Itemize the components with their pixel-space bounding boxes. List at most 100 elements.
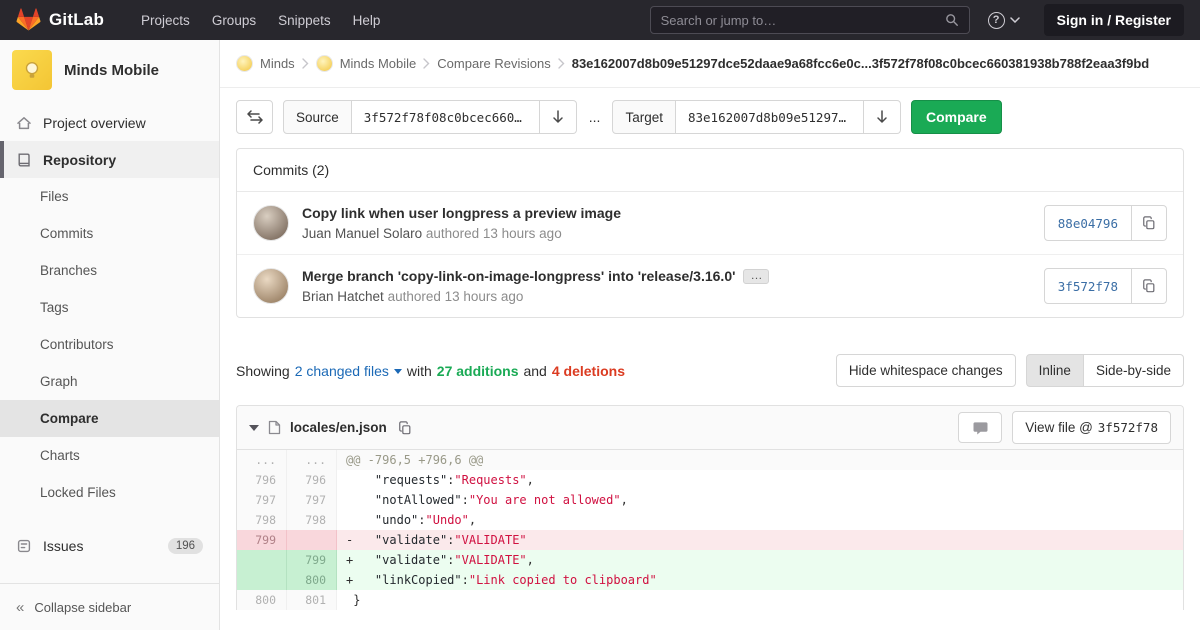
main-nav: Projects Groups Snippets Help xyxy=(130,3,391,38)
breadcrumb-group[interactable]: Minds xyxy=(260,56,295,71)
old-line-number[interactable] xyxy=(237,550,287,570)
issues-icon xyxy=(16,538,32,554)
copy-sha-button[interactable] xyxy=(1132,205,1167,241)
token-key: "undo" xyxy=(374,513,419,527)
sidebar-item-files[interactable]: Files xyxy=(0,178,219,215)
commit-title-link[interactable]: Merge branch 'copy-link-on-image-longpre… xyxy=(302,268,735,284)
chevron-right-icon xyxy=(558,58,565,69)
deletions-count: 4 deletions xyxy=(551,362,625,379)
nav-snippets[interactable]: Snippets xyxy=(267,3,342,38)
sidebar-item-charts[interactable]: Charts xyxy=(0,437,219,474)
chevron-right-icon xyxy=(423,58,430,69)
token-sep: : xyxy=(461,493,469,507)
sidebar-item-compare[interactable]: Compare xyxy=(0,400,219,437)
sidebar-item-branches[interactable]: Branches xyxy=(0,252,219,289)
new-line-number[interactable]: ... xyxy=(287,450,337,470)
diff-code: - "validate":"VALIDATE" xyxy=(337,530,1183,550)
project-header[interactable]: Minds Mobile xyxy=(0,40,219,100)
commit-sha-link[interactable]: 88e04796 xyxy=(1043,205,1132,241)
collapse-diff-caret-icon[interactable] xyxy=(249,424,259,431)
old-line-number[interactable]: 796 xyxy=(237,470,287,490)
hide-whitespace-button[interactable]: Hide whitespace changes xyxy=(835,354,1016,387)
sidebar-item-issues[interactable]: Issues 196 xyxy=(0,527,219,564)
side-by-side-view-button[interactable]: Side-by-side xyxy=(1083,354,1184,387)
target-download-button[interactable] xyxy=(863,100,901,134)
source-ref-dropdown[interactable]: 3f572f78f08c0bcec660… xyxy=(351,100,540,134)
group-avatar xyxy=(236,55,253,72)
nav-help[interactable]: Help xyxy=(342,3,392,38)
gitlab-logo-text: GitLab xyxy=(49,10,105,29)
nav-groups[interactable]: Groups xyxy=(201,3,267,38)
toggle-comments-button[interactable] xyxy=(958,412,1003,443)
diff-table: ...... @@ -796,5 +796,6 @@ 796 796 "reques… xyxy=(237,450,1183,610)
copy-sha-button[interactable] xyxy=(1132,268,1167,304)
copy-file-path-button[interactable] xyxy=(396,419,414,437)
breadcrumb-section[interactable]: Compare Revisions xyxy=(437,56,550,71)
changed-files-label: 2 changed files xyxy=(294,362,389,379)
new-line-number[interactable]: 800 xyxy=(287,570,337,590)
token-sep: : xyxy=(418,513,426,527)
commit-author-link[interactable]: Juan Manuel Solaro xyxy=(302,226,422,241)
diff-stats-bar: Showing 2 changed files with 27 addition… xyxy=(236,354,1184,387)
expand-commit-message-button[interactable]: … xyxy=(743,268,770,284)
commit-sha-group: 3f572f78 xyxy=(1043,268,1167,304)
old-line-number[interactable]: ... xyxy=(237,450,287,470)
changed-files-dropdown[interactable]: 2 changed files xyxy=(295,363,402,379)
diff-view-controls: Hide whitespace changes Inline Side-by-s… xyxy=(835,354,1184,387)
new-line-number[interactable] xyxy=(287,530,337,550)
old-line-number[interactable]: 799 xyxy=(237,530,287,550)
diff-code: "notAllowed":"You are not allowed", xyxy=(337,490,1183,510)
commit-author-link[interactable]: Brian Hatchet xyxy=(302,289,384,304)
search-input[interactable] xyxy=(660,12,945,28)
commit-meta: authored 13 hours ago xyxy=(387,289,524,304)
sidebar-item-commits[interactable]: Commits xyxy=(0,215,219,252)
new-line-number[interactable]: 799 xyxy=(287,550,337,570)
diff-line-addition: 800 + "linkCopied":"Link copied to clipbo… xyxy=(237,570,1183,590)
new-line-number[interactable]: 798 xyxy=(287,510,337,530)
source-download-button[interactable] xyxy=(539,100,577,134)
sidebar-item-contributors[interactable]: Contributors xyxy=(0,326,219,363)
new-line-number[interactable]: 801 xyxy=(287,590,337,610)
old-line-number[interactable]: 797 xyxy=(237,490,287,510)
commit-sha-link[interactable]: 3f572f78 xyxy=(1043,268,1132,304)
sidebar-item-graph[interactable]: Graph xyxy=(0,363,219,400)
breadcrumb-project[interactable]: Minds Mobile xyxy=(340,56,417,71)
token-value: "Requests" xyxy=(454,473,527,487)
chevron-double-left-icon: « xyxy=(16,598,25,616)
commits-panel-header: Commits (2) xyxy=(237,149,1183,192)
sidebar-item-tags[interactable]: Tags xyxy=(0,289,219,326)
swap-revisions-button[interactable] xyxy=(236,100,273,134)
gitlab-logo[interactable]: GitLab xyxy=(16,8,104,32)
new-line-number[interactable]: 797 xyxy=(287,490,337,510)
diff-code: "undo":"Undo", xyxy=(337,510,1183,530)
nav-projects[interactable]: Projects xyxy=(130,3,201,38)
sign-in-button[interactable]: Sign in / Register xyxy=(1043,4,1184,36)
sidebar-nav: Project overview Repository Files Commit… xyxy=(0,100,219,583)
collapse-sidebar-button[interactable]: « Collapse sidebar xyxy=(0,583,219,630)
diff-file-name[interactable]: locales/en.json xyxy=(290,420,387,435)
sidebar-item-locked-files[interactable]: Locked Files xyxy=(0,474,219,511)
view-file-button[interactable]: View file @ 3f572f78 xyxy=(1012,411,1171,444)
old-line-number[interactable] xyxy=(237,570,287,590)
sidebar-item-project-overview[interactable]: Project overview xyxy=(0,104,219,141)
source-ref-group: Source 3f572f78f08c0bcec660… xyxy=(283,100,577,134)
global-search[interactable] xyxy=(649,6,970,34)
sidebar-item-label: Project overview xyxy=(43,114,146,131)
compare-button[interactable]: Compare xyxy=(910,100,1002,134)
commit-title-link[interactable]: Copy link when user longpress a preview … xyxy=(302,205,621,221)
sidebar-item-repository[interactable]: Repository xyxy=(0,141,219,178)
help-menu[interactable]: ? xyxy=(987,11,1020,29)
inline-view-button[interactable]: Inline xyxy=(1025,354,1084,387)
compare-form: Source 3f572f78f08c0bcec660… ... Target … xyxy=(220,88,1200,148)
new-line-number[interactable]: 796 xyxy=(287,470,337,490)
hunk-header-text: @@ -796,5 +796,6 @@ xyxy=(346,453,484,467)
lightbulb-icon xyxy=(25,61,39,78)
breadcrumb: Minds Minds Mobile Compare Revisions 83e… xyxy=(220,40,1200,88)
target-ref-dropdown[interactable]: 83e162007d8b09e51297… xyxy=(675,100,864,134)
old-line-number[interactable]: 800 xyxy=(237,590,287,610)
old-line-number[interactable]: 798 xyxy=(237,510,287,530)
view-file-label: View file @ xyxy=(1025,420,1093,435)
stats-with: with xyxy=(406,362,432,379)
